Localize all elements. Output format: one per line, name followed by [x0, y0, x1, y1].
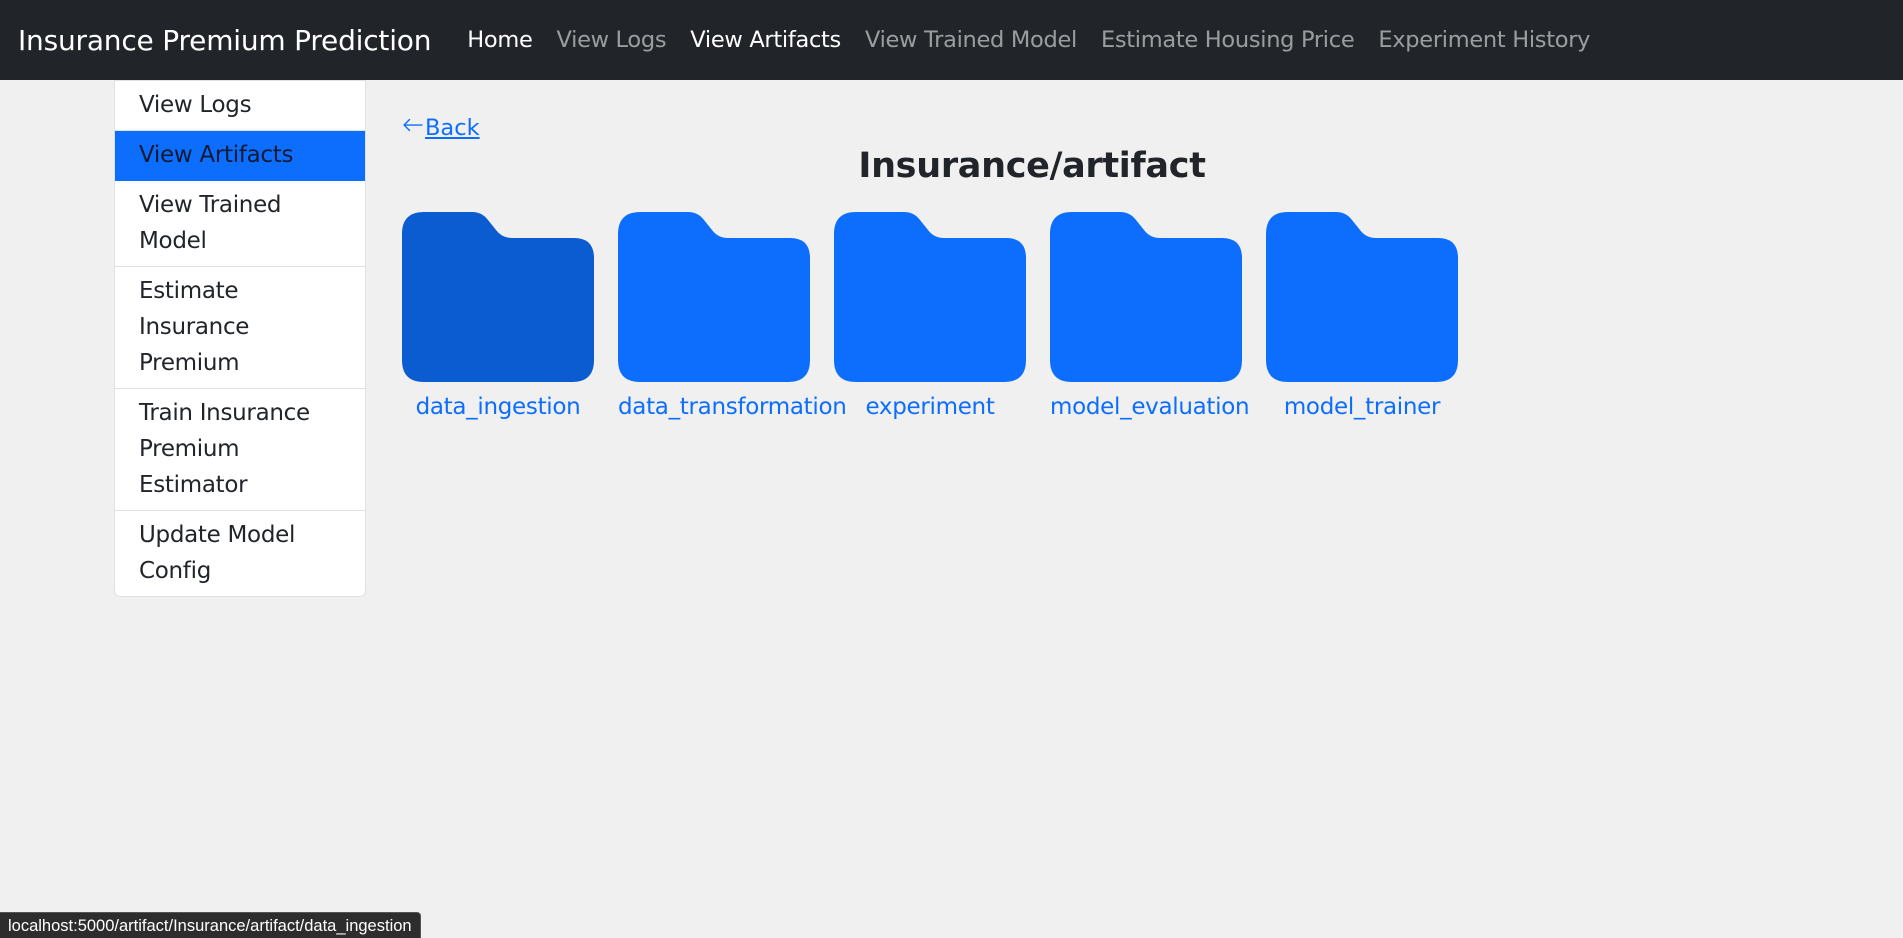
folder-label[interactable]: model_evaluation — [1050, 394, 1250, 420]
sidebar-menu: View Logs View Artifacts View Trained Mo… — [114, 80, 366, 597]
sidebar-item-view-trained-model[interactable]: View Trained Model — [115, 181, 365, 267]
nav-link-view-logs[interactable]: View Logs — [557, 27, 667, 53]
back-link[interactable]: Back — [402, 114, 480, 142]
folder-model-evaluation[interactable]: model_evaluation — [1050, 212, 1266, 420]
navbar-links: Home View Logs View Artifacts View Train… — [467, 27, 1614, 53]
folder-data-ingestion[interactable]: data_ingestion — [402, 212, 618, 420]
top-navbar: Insurance Premium Prediction Home View L… — [0, 0, 1903, 80]
folder-model-trainer[interactable]: model_trainer — [1266, 212, 1482, 420]
folder-label[interactable]: model_trainer — [1266, 394, 1458, 420]
sidebar-item-view-artifacts[interactable]: View Artifacts — [115, 131, 365, 181]
nav-link-view-artifacts[interactable]: View Artifacts — [690, 27, 841, 53]
sidebar-item-view-logs[interactable]: View Logs — [115, 81, 365, 131]
page-title: Insurance/artifact — [858, 146, 1206, 186]
folder-icon — [1050, 212, 1242, 382]
folder-data-transformation[interactable]: data_transformation — [618, 212, 847, 420]
folder-label[interactable]: experiment — [834, 394, 1026, 420]
nav-link-estimate-housing-price[interactable]: Estimate Housing Price — [1101, 27, 1355, 53]
folder-icon — [834, 212, 1026, 382]
arrow-left-icon — [402, 114, 425, 142]
nav-link-experiment-history[interactable]: Experiment History — [1378, 27, 1590, 53]
folder-grid: data_ingestion data_transformation exper… — [402, 212, 1482, 420]
folder-icon — [618, 212, 810, 382]
folder-icon — [402, 212, 594, 382]
nav-link-home[interactable]: Home — [467, 27, 533, 53]
back-link-label: Back — [425, 115, 480, 141]
sidebar-item-estimate-insurance-premium[interactable]: Estimate Insurance Premium — [115, 267, 365, 389]
folder-experiment[interactable]: experiment — [834, 212, 1050, 420]
folder-icon — [1266, 212, 1458, 382]
sidebar-item-train-insurance-premium-estimator[interactable]: Train Insurance Premium Estimator — [115, 389, 365, 511]
nav-link-view-trained-model[interactable]: View Trained Model — [865, 27, 1077, 53]
folder-label[interactable]: data_transformation — [618, 394, 847, 420]
browser-status-url: localhost:5000/artifact/Insurance/artifa… — [0, 912, 421, 938]
sidebar-item-update-model-config[interactable]: Update Model Config — [115, 511, 365, 596]
navbar-brand[interactable]: Insurance Premium Prediction — [18, 24, 431, 57]
folder-label[interactable]: data_ingestion — [402, 394, 594, 420]
